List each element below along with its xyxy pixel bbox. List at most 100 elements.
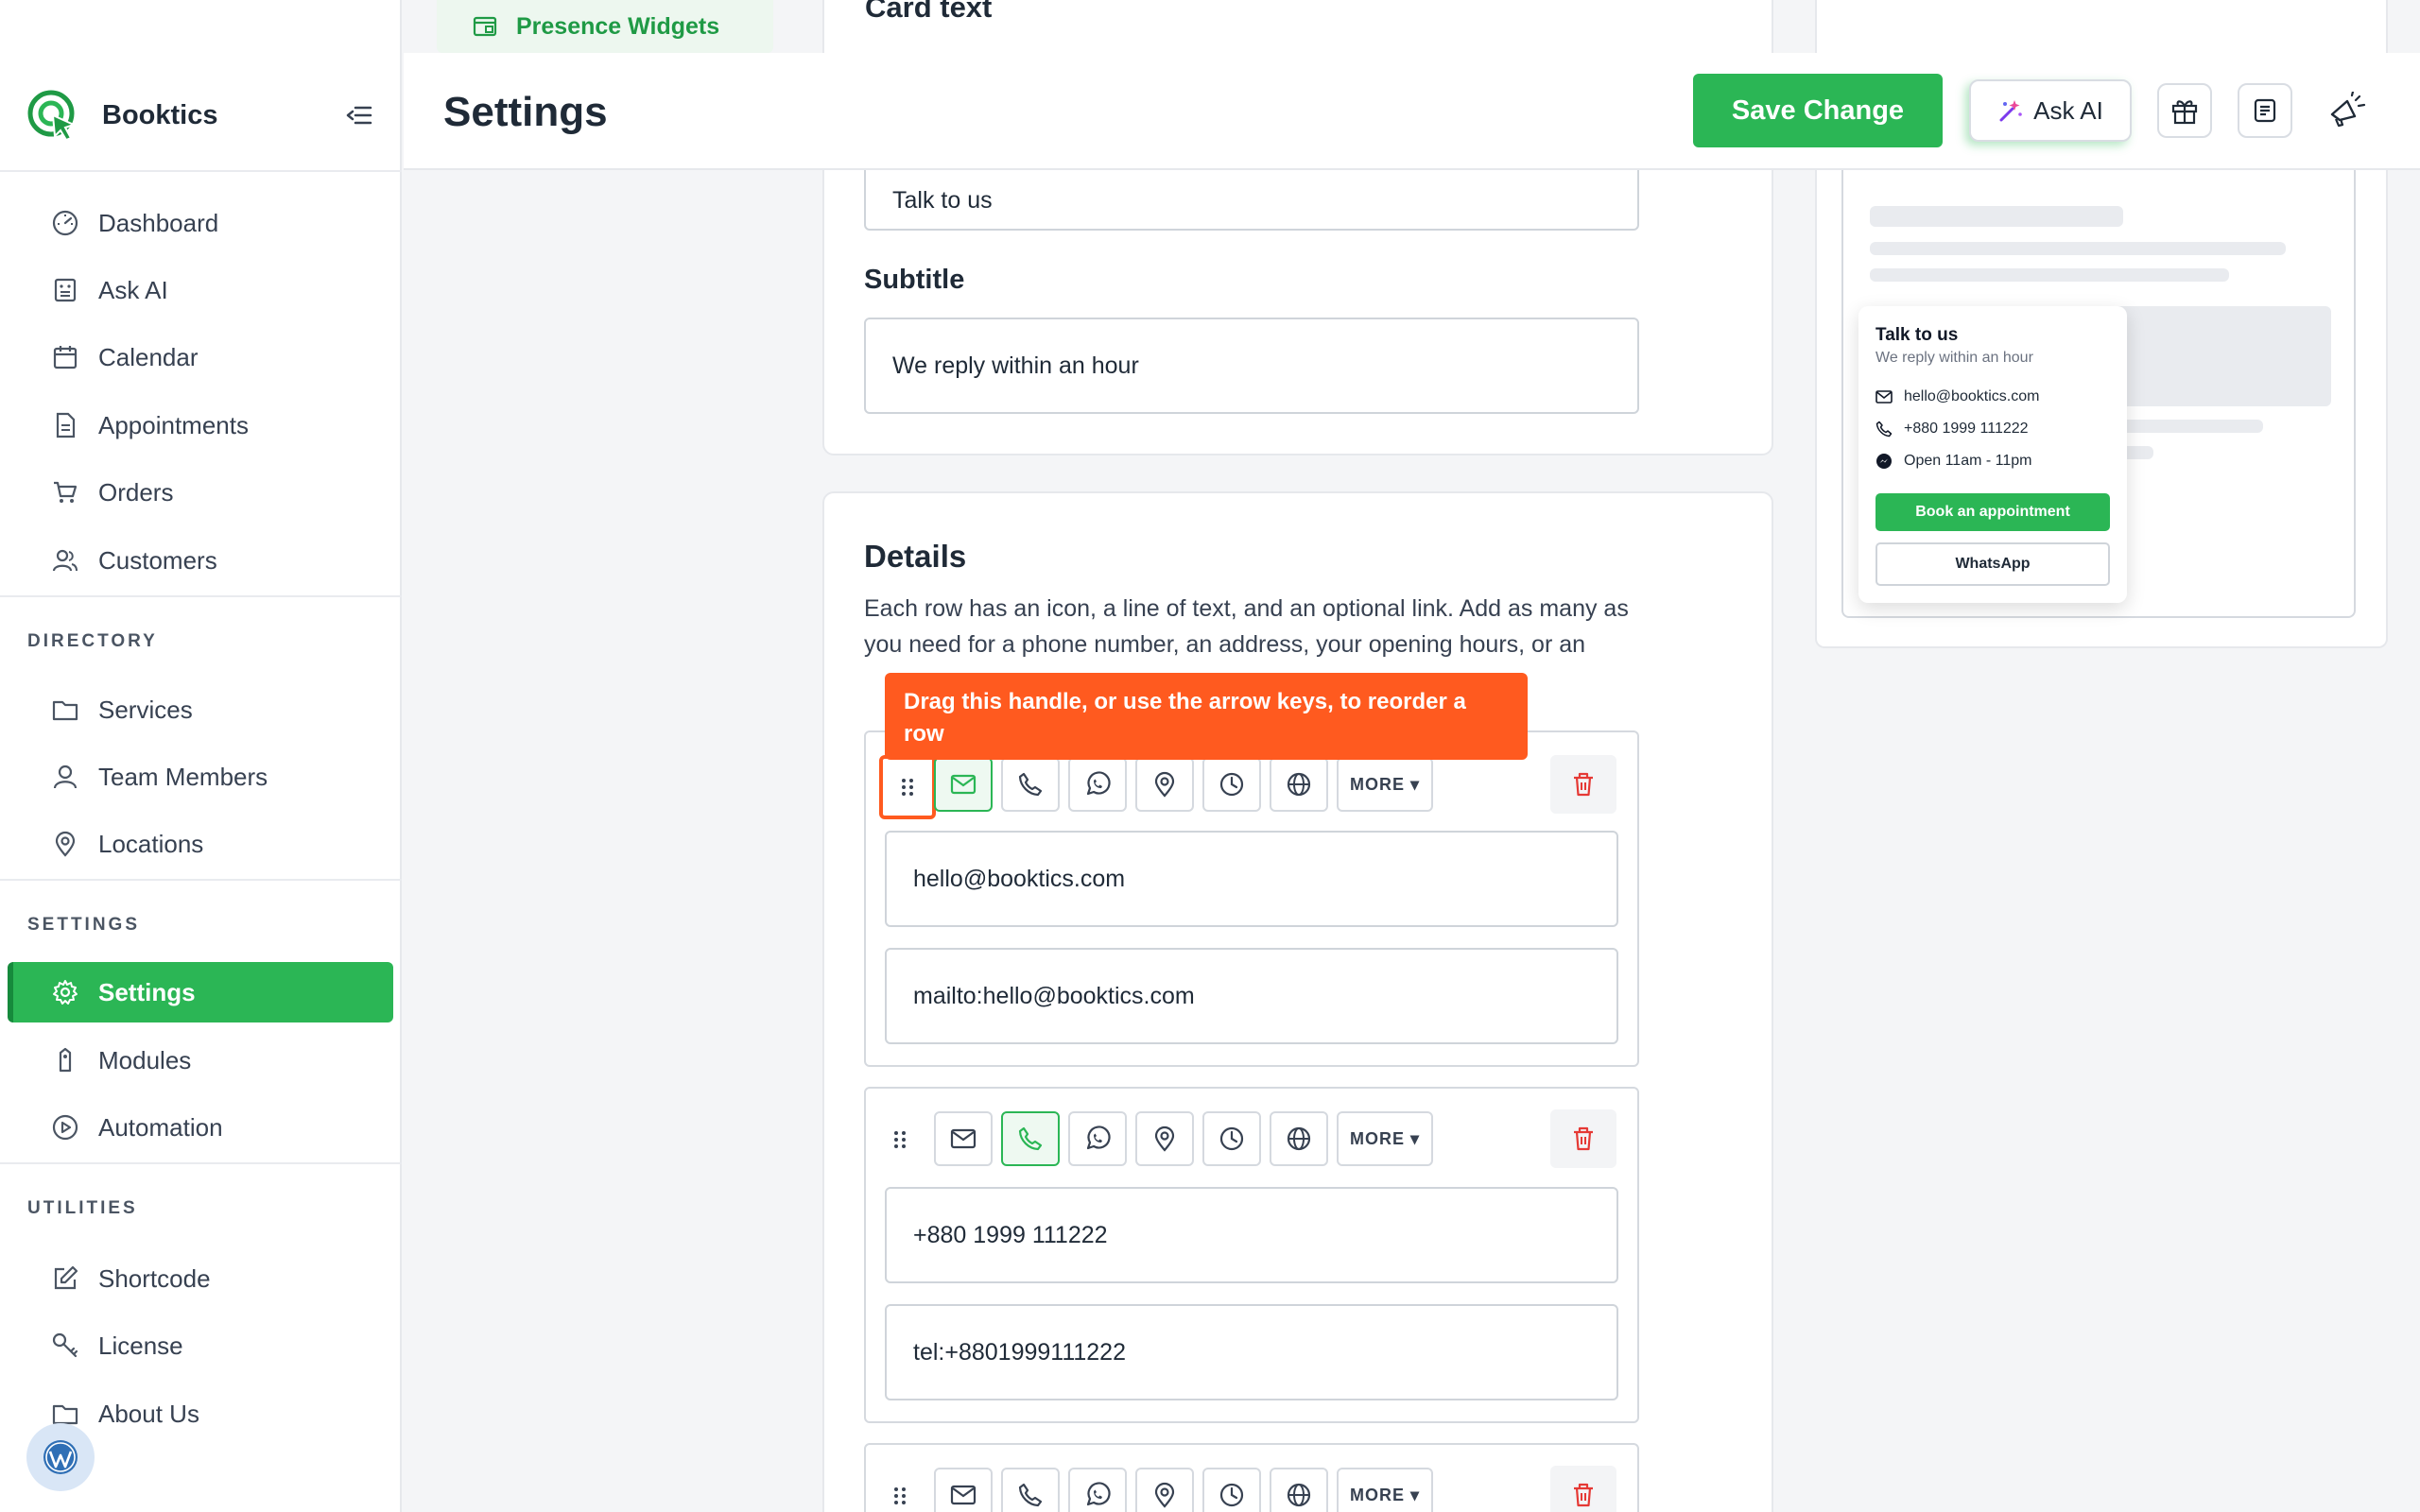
preview-email: hello@booktics.com (1904, 388, 2040, 404)
icon-option-whatsapp[interactable] (1068, 1111, 1127, 1166)
icon-option-phone[interactable] (1001, 1468, 1060, 1512)
sidebar-item-label: Locations (98, 829, 204, 858)
more-icons-button[interactable]: MORE ▾ (1337, 757, 1433, 812)
sidebar-item-label: About Us (98, 1399, 199, 1428)
delete-row-button[interactable] (1550, 1466, 1616, 1512)
more-icons-button[interactable]: MORE ▾ (1337, 1468, 1433, 1512)
sidebar-divider (0, 879, 402, 881)
brand[interactable]: Booktics (25, 87, 374, 144)
icon-option-whatsapp[interactable] (1068, 757, 1127, 812)
notes-icon (2254, 98, 2276, 123)
sidebar-item-appointments[interactable]: Appointments (8, 395, 393, 455)
globe-icon (1287, 1126, 1311, 1151)
booktics-logo-icon (27, 90, 77, 142)
sidebar-item-ask-ai[interactable]: Ask AI (8, 260, 393, 320)
row-link-input[interactable] (885, 948, 1618, 1044)
key-icon (52, 1332, 78, 1358)
preview-hours-line: Open 11am - 11pm (1876, 450, 2031, 472)
row-text-input[interactable] (885, 831, 1618, 927)
user-icon (53, 765, 78, 789)
row-link-input[interactable] (885, 1304, 1618, 1400)
sidebar-item-automation[interactable]: Automation (8, 1097, 393, 1158)
preview-title: Talk to us (1876, 325, 1959, 345)
icon-option-email[interactable] (934, 1468, 993, 1512)
wordpress-icon (43, 1440, 78, 1474)
gift-button[interactable] (2157, 83, 2212, 138)
sidebar: Booktics Dashboard Ask AI Calendar Appoi… (0, 0, 402, 1512)
sidebar-item-team-members[interactable]: Team Members (8, 747, 393, 807)
sidebar-item-label: Shortcode (98, 1263, 211, 1293)
icon-option-hours[interactable] (1202, 757, 1261, 812)
sidebar-item-label: Automation (98, 1112, 223, 1142)
map-pin-icon (1154, 1125, 1175, 1152)
icon-option-hours[interactable] (1202, 1111, 1261, 1166)
wordpress-badge[interactable] (26, 1423, 95, 1491)
skeleton-line (2108, 420, 2263, 433)
drag-handle[interactable] (879, 1119, 921, 1160)
email-icon (950, 1485, 977, 1505)
sidebar-item-modules[interactable]: Modules (8, 1030, 393, 1091)
sidebar-item-locations[interactable]: Locations (8, 814, 393, 874)
sidebar-item-label: Settings (98, 977, 196, 1006)
widget-window-icon (473, 16, 497, 37)
tab-label: Presence Widgets (516, 12, 720, 40)
icon-option-location[interactable] (1135, 1111, 1194, 1166)
skeleton-block (2108, 306, 2331, 406)
detail-row: MORE ▾ (864, 730, 1639, 1067)
announcement-button[interactable] (2319, 83, 2374, 138)
email-icon (950, 1128, 977, 1149)
icon-option-website[interactable] (1270, 1468, 1328, 1512)
icon-option-email[interactable] (934, 1111, 993, 1166)
sidebar-section-directory: DIRECTORY (27, 631, 158, 651)
sidebar-collapse-button[interactable] (344, 100, 374, 130)
sidebar-item-shortcode[interactable]: Shortcode (8, 1248, 393, 1309)
tab-presence-widgets[interactable]: Presence Widgets (437, 0, 773, 53)
ask-ai-button[interactable]: Ask AI (1969, 79, 2132, 142)
preview-whatsapp-button[interactable]: WhatsApp (1876, 542, 2110, 586)
drag-handle[interactable] (879, 755, 936, 819)
preview-phone: +880 1999 111222 (1904, 421, 2029, 437)
icon-option-website[interactable] (1270, 1111, 1328, 1166)
sidebar-item-settings[interactable]: Settings (8, 962, 393, 1022)
drag-handle[interactable] (879, 1475, 921, 1512)
icon-option-hours[interactable] (1202, 1468, 1261, 1512)
subtitle-input[interactable] (864, 318, 1639, 414)
delete-row-button[interactable] (1550, 755, 1616, 814)
details-heading: Details (864, 539, 967, 574)
icon-option-whatsapp[interactable] (1068, 1468, 1127, 1512)
docs-button[interactable] (2238, 83, 2292, 138)
detail-row: MORE ▾ (864, 1087, 1639, 1423)
users-icon (52, 549, 78, 572)
preview-book-button[interactable]: Book an appointment (1876, 493, 2110, 531)
details-description: Each row has an icon, a line of text, an… (864, 595, 1629, 658)
gift-icon (2171, 100, 2198, 125)
sidebar-item-orders[interactable]: Orders (8, 462, 393, 523)
trash-icon (1574, 772, 1593, 797)
page-title: Settings (443, 89, 608, 135)
icon-option-location[interactable] (1135, 1468, 1194, 1512)
sidebar-item-license[interactable]: License (8, 1315, 393, 1376)
icon-option-location[interactable] (1135, 757, 1194, 812)
icon-option-phone[interactable] (1001, 757, 1060, 812)
save-change-button[interactable]: Save Change (1693, 74, 1943, 147)
icon-option-phone[interactable] (1001, 1111, 1060, 1166)
magic-wand-icon (1999, 100, 2022, 122)
sidebar-item-dashboard[interactable]: Dashboard (8, 193, 393, 253)
tag-icon (59, 1047, 72, 1073)
contact-card-preview: Talk to us We reply within an hour hello… (1858, 306, 2127, 603)
phone-icon (1018, 772, 1043, 797)
globe-icon (1287, 1483, 1311, 1507)
trash-icon (1574, 1126, 1593, 1151)
top-header: Settings Save Change Ask AI (404, 53, 2420, 170)
sidebar-item-calendar[interactable]: Calendar (8, 327, 393, 387)
more-icons-button[interactable]: MORE ▾ (1337, 1111, 1433, 1166)
sidebar-item-customers[interactable]: Customers (8, 530, 393, 591)
icon-option-website[interactable] (1270, 757, 1328, 812)
row-text-input[interactable] (885, 1187, 1618, 1283)
sidebar-item-label: License (98, 1331, 183, 1360)
map-pin-icon (1154, 771, 1175, 798)
sidebar-item-services[interactable]: Services (8, 679, 393, 740)
icon-option-email[interactable] (934, 757, 993, 812)
delete-row-button[interactable] (1550, 1109, 1616, 1168)
preview-subtitle: We reply within an hour (1876, 350, 2033, 366)
